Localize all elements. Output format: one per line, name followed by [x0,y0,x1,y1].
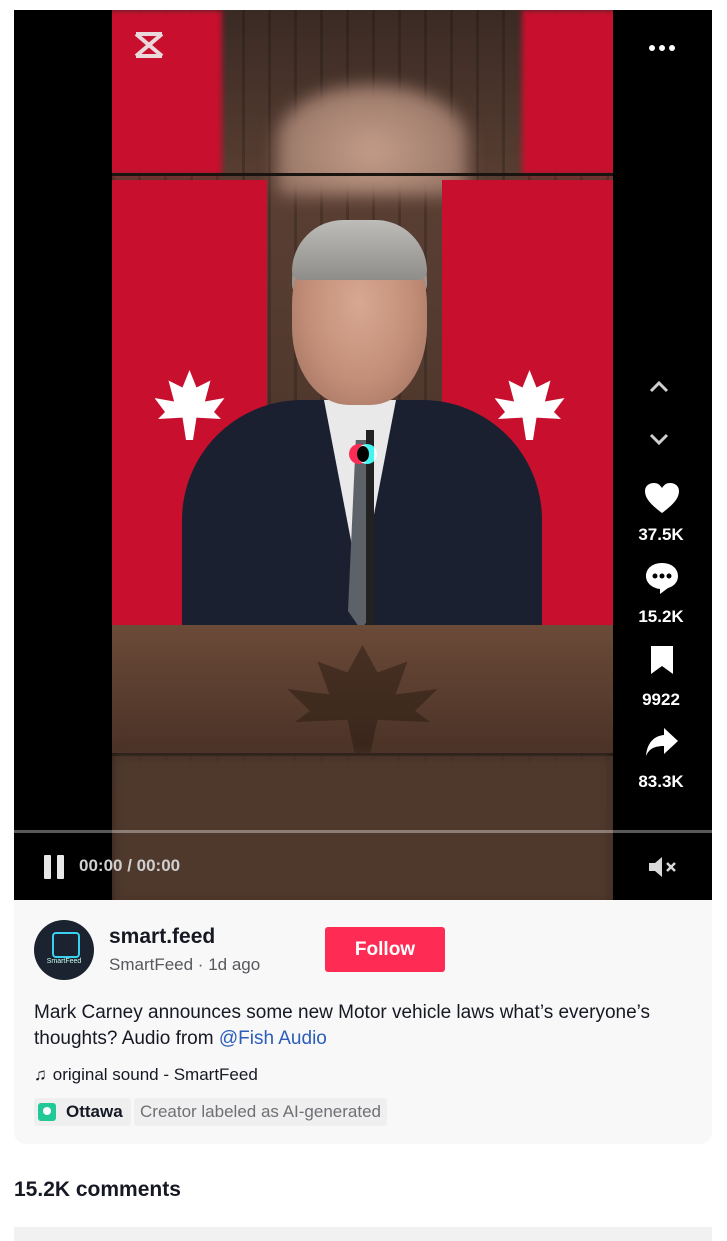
music-note-icon: ♫ [34,1065,47,1084]
heart-icon[interactable] [642,478,682,518]
capcut-icon [132,30,166,67]
flag-left-top [112,10,222,175]
ai-generated-label: Creator labeled as AI-generated [134,1098,387,1126]
mute-icon[interactable] [647,855,679,879]
location-tag[interactable]: Ottawa [34,1098,131,1126]
blurred-bottom-band [112,755,613,900]
comments-title: 15.2K comments [14,1178,181,1201]
chip-logo-icon [52,932,80,958]
caption-text: Mark Carney announces some new Motor veh… [34,1002,651,1049]
flag-right-top [522,10,613,175]
share-icon[interactable] [642,722,682,762]
mention-link[interactable]: @Fish Audio [219,1028,327,1049]
more-dots-icon[interactable] [649,32,675,58]
nickname-date: SmartFeed · 1d ago [109,955,261,974]
avatar[interactable]: SmartFeed [34,920,94,980]
blurred-top-band [112,10,613,195]
like-count: 37.5K [638,525,684,544]
comment-input-area[interactable] [14,1227,712,1241]
video-player[interactable]: 37.5K 15.2K 9922 83.3K 00:00 / 00:00 [14,10,712,900]
tiktok-loading-icon [349,444,379,466]
band-divider [112,173,613,176]
sound-link[interactable]: ♫ original sound - SmartFeed [34,1065,258,1085]
comment-icon[interactable] [642,558,682,598]
pause-icon[interactable] [44,855,66,879]
location-label: Ottawa [66,1102,123,1121]
video-info-panel: SmartFeed smart.feed SmartFeed · 1d ago … [14,900,712,1144]
caption: Mark Carney announces some new Motor veh… [34,1000,674,1052]
bookmark-icon[interactable] [642,640,682,680]
progress-bar[interactable] [14,830,712,833]
sound-label: original sound - SmartFeed [52,1065,258,1084]
chevron-down-icon[interactable] [648,430,670,451]
time-display: 00:00 / 00:00 [79,856,181,875]
location-pin-icon [38,1103,56,1121]
avatar-label: SmartFeed [46,958,82,965]
comment-count: 15.2K [638,607,684,626]
share-count: 83.3K [638,772,684,791]
chevron-up-icon[interactable] [648,378,670,399]
bookmark-count: 9922 [642,690,680,709]
follow-button[interactable]: Follow [325,927,445,972]
blurred-head [277,85,467,195]
username[interactable]: smart.feed [109,925,215,949]
podium [112,625,613,755]
